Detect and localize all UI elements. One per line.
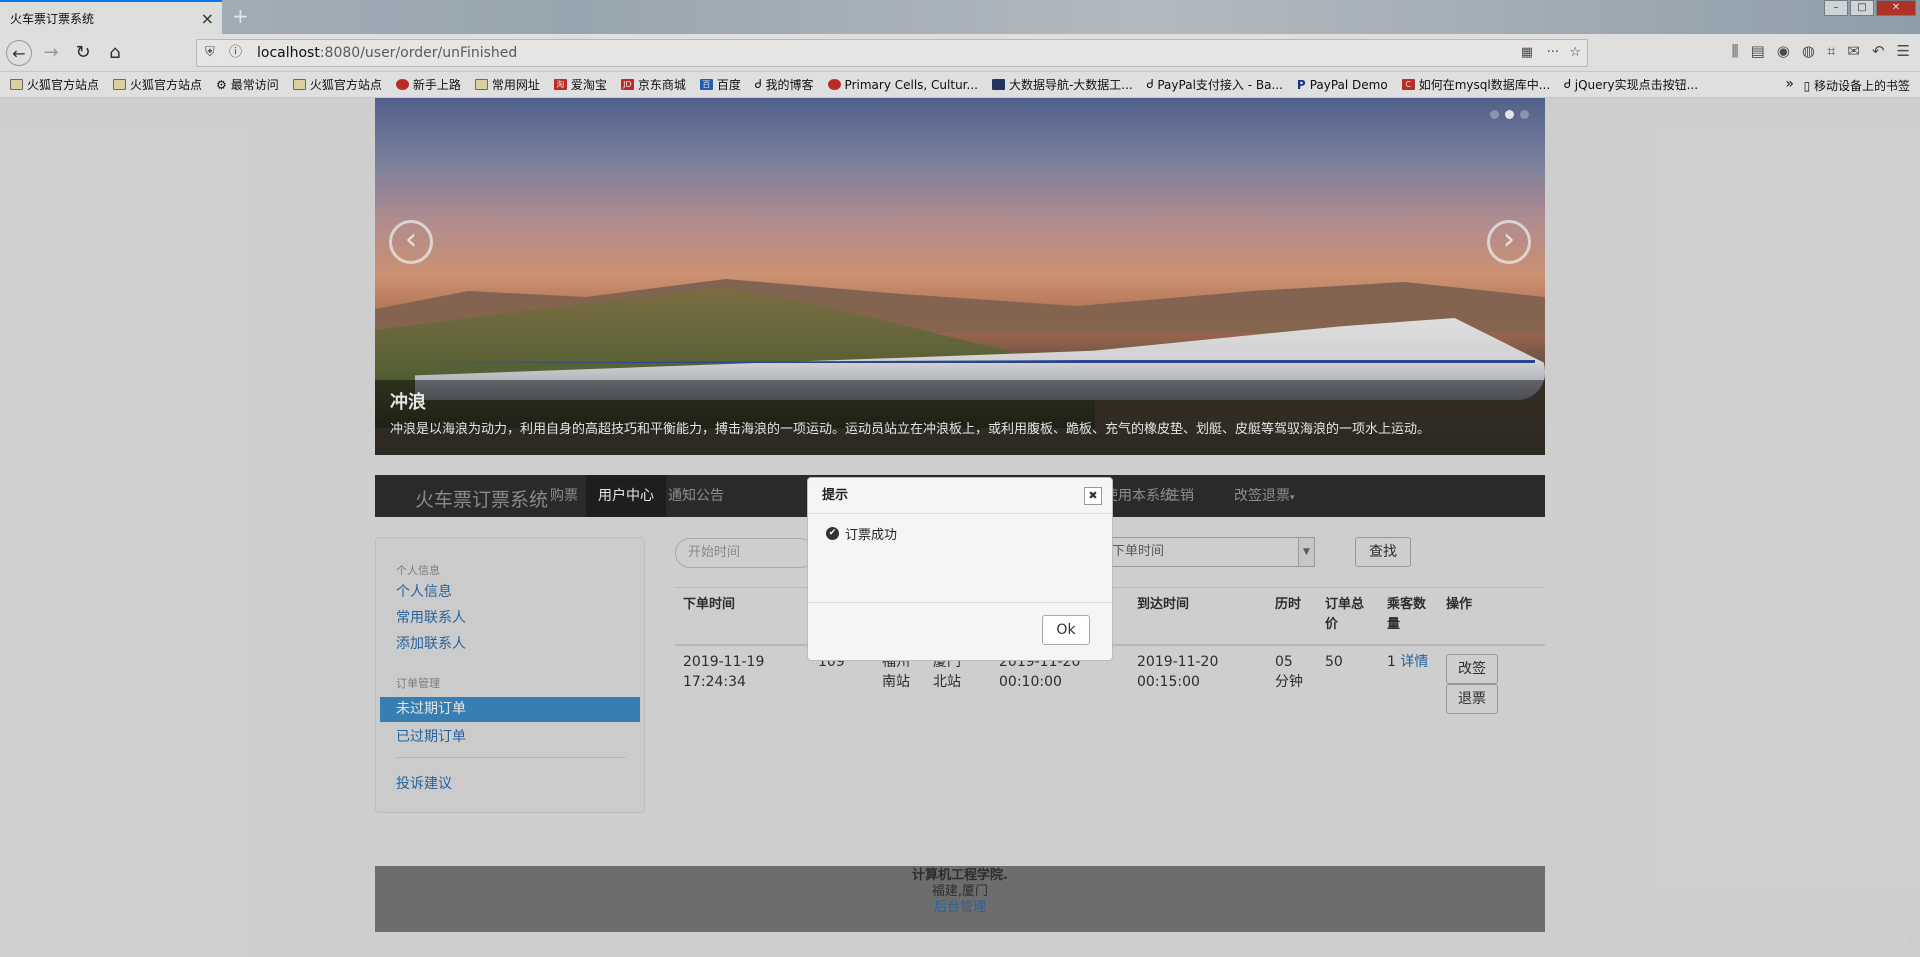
modal-title: 提示	[808, 478, 1112, 514]
modal-message: 订票成功	[845, 528, 898, 543]
modal-close-icon[interactable]: ✖	[1084, 487, 1102, 505]
modal-body: ✔ 订票成功	[826, 524, 897, 543]
check-circle-icon: ✔	[826, 527, 839, 540]
ok-button[interactable]: Ok	[1042, 615, 1090, 645]
alert-modal: 提示 ✖ ✔ 订票成功 Ok	[807, 477, 1113, 661]
modal-divider	[808, 602, 1112, 603]
watermark: CSDN @q_1394918164	[1733, 930, 1908, 948]
